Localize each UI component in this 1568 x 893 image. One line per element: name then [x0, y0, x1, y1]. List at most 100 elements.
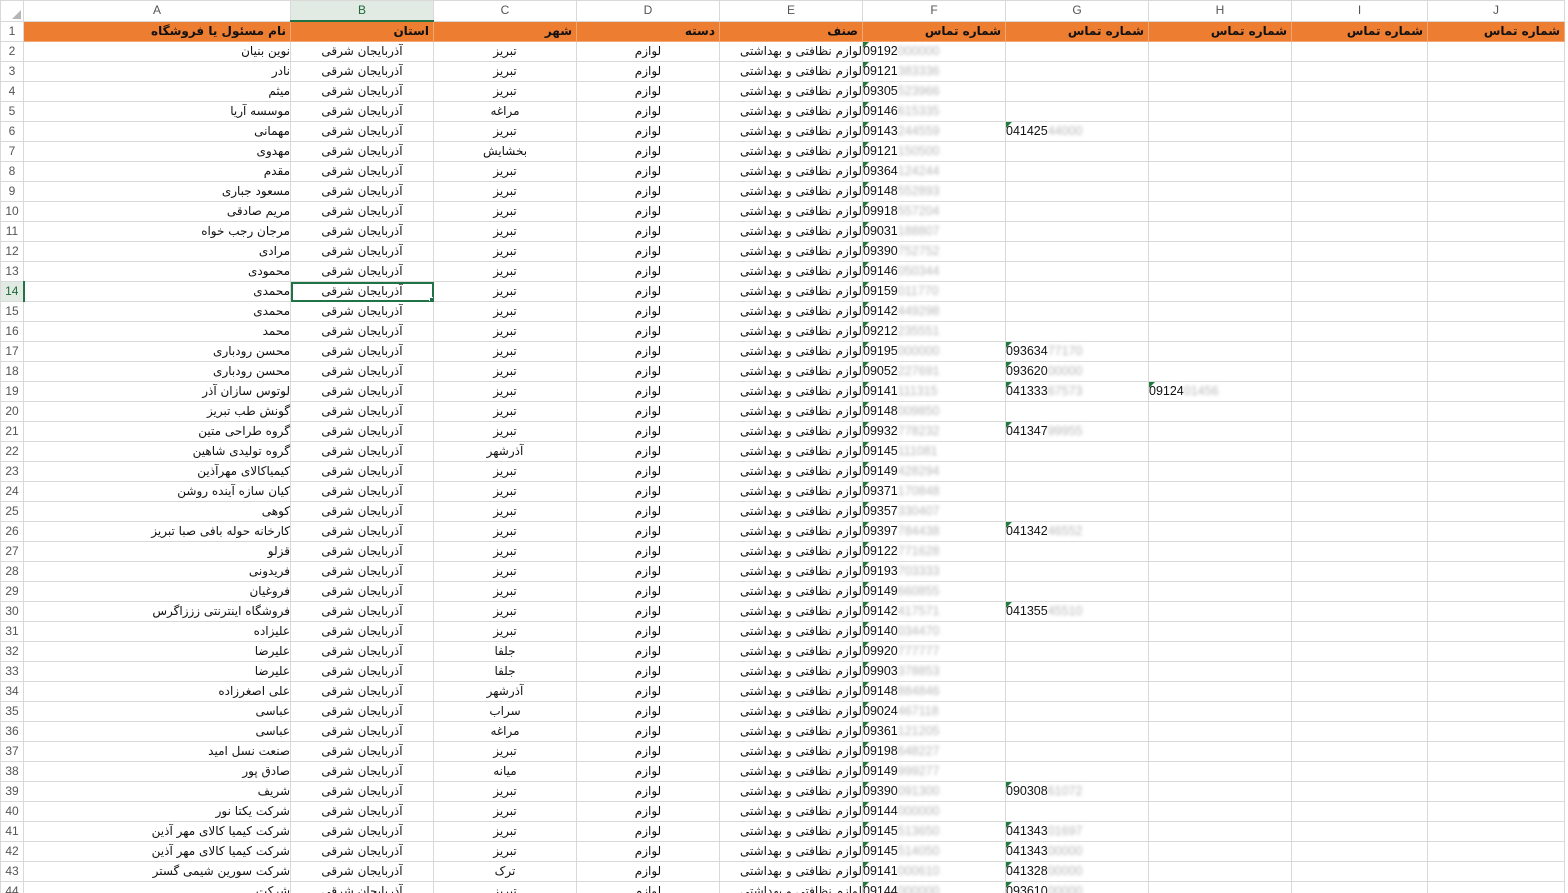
cell-name[interactable]: فریدونی — [23, 561, 291, 582]
row-number[interactable]: 24 — [0, 481, 24, 502]
cell-name[interactable]: محمدی — [23, 301, 291, 322]
cell-name[interactable]: لوتوس سازان آذر — [23, 381, 291, 402]
cell-phone-2[interactable] — [1005, 141, 1149, 162]
cell-phone-5[interactable] — [1427, 301, 1565, 322]
cell-phone-2[interactable] — [1005, 281, 1149, 302]
cell-phone-1[interactable]: 09357330407 — [862, 501, 1006, 522]
cell-phone-5[interactable] — [1427, 261, 1565, 282]
cell-city[interactable]: تبریز — [433, 401, 577, 422]
column-header-g[interactable]: G — [1005, 0, 1149, 22]
cell-phone-1[interactable]: 09149428294 — [862, 461, 1006, 482]
cell-trade[interactable]: لوازم نظافتی و بهداشتی — [719, 521, 863, 542]
cell-phone-4[interactable] — [1291, 361, 1428, 382]
cell-trade[interactable]: لوازم نظافتی و بهداشتی — [719, 181, 863, 202]
cell-phone-3[interactable] — [1148, 641, 1292, 662]
cell-phone-3[interactable] — [1148, 541, 1292, 562]
column-header-h[interactable]: H — [1148, 0, 1292, 22]
cell-phone-5[interactable] — [1427, 621, 1565, 642]
cell-phone-4[interactable] — [1291, 541, 1428, 562]
cell-phone-1[interactable]: 09024467118 — [862, 701, 1006, 722]
cell-phone-1[interactable]: 09361121205 — [862, 721, 1006, 742]
cell-category[interactable]: لوازم — [576, 761, 720, 782]
cell-phone-3[interactable] — [1148, 121, 1292, 142]
header-cell-phone-4[interactable]: شماره تماس — [1291, 20, 1428, 42]
cell-phone-4[interactable] — [1291, 881, 1428, 893]
cell-category[interactable]: لوازم — [576, 461, 720, 482]
cell-category[interactable]: لوازم — [576, 201, 720, 222]
cell-name[interactable]: محسن رودباری — [23, 361, 291, 382]
column-header-f[interactable]: F — [862, 0, 1006, 22]
cell-phone-3[interactable] — [1148, 721, 1292, 742]
cell-phone-4[interactable] — [1291, 801, 1428, 822]
cell-province[interactable]: آذربایجان شرقی — [290, 661, 434, 682]
cell-trade[interactable]: لوازم نظافتی و بهداشتی — [719, 241, 863, 262]
cell-trade[interactable]: لوازم نظافتی و بهداشتی — [719, 41, 863, 62]
cell-phone-1[interactable]: 09159011770 — [862, 281, 1006, 302]
cell-phone-2[interactable] — [1005, 501, 1149, 522]
cell-phone-1[interactable]: 09140034470 — [862, 621, 1006, 642]
cell-phone-2[interactable]: 04142544000 — [1005, 121, 1149, 142]
row-number[interactable]: 28 — [0, 561, 24, 582]
cell-province[interactable]: آذربایجان شرقی — [290, 741, 434, 762]
cell-phone-4[interactable] — [1291, 121, 1428, 142]
cell-name[interactable]: شرکت یکتا نور — [23, 801, 291, 822]
cell-city[interactable]: تبریز — [433, 181, 577, 202]
row-number[interactable]: 3 — [0, 61, 24, 82]
cell-province[interactable]: آذربایجان شرقی — [290, 341, 434, 362]
cell-name[interactable]: مهمانی — [23, 121, 291, 142]
cell-name[interactable]: علیرضا — [23, 641, 291, 662]
cell-city[interactable]: میانه — [433, 761, 577, 782]
cell-phone-4[interactable] — [1291, 621, 1428, 642]
cell-phone-3[interactable] — [1148, 801, 1292, 822]
cell-name[interactable]: صنعت نسل امید — [23, 741, 291, 762]
cell-trade[interactable]: لوازم نظافتی و بهداشتی — [719, 821, 863, 842]
cell-city[interactable]: ترک — [433, 861, 577, 882]
cell-province[interactable]: آذربایجان شرقی — [290, 261, 434, 282]
cell-city[interactable]: تبریز — [433, 621, 577, 642]
row-number[interactable]: 19 — [0, 381, 24, 402]
cell-phone-5[interactable] — [1427, 861, 1565, 882]
cell-trade[interactable]: لوازم نظافتی و بهداشتی — [719, 861, 863, 882]
cell-trade[interactable]: لوازم نظافتی و بهداشتی — [719, 841, 863, 862]
cell-phone-1[interactable]: 09149999277 — [862, 761, 1006, 782]
cell-phone-2[interactable] — [1005, 661, 1149, 682]
cell-phone-1[interactable]: 09145513650 — [862, 821, 1006, 842]
cell-phone-1[interactable]: 09903378853 — [862, 661, 1006, 682]
cell-phone-1[interactable]: 09193703333 — [862, 561, 1006, 582]
row-number[interactable]: 35 — [0, 701, 24, 722]
cell-phone-2[interactable] — [1005, 541, 1149, 562]
row-number[interactable]: 42 — [0, 841, 24, 862]
header-cell-category[interactable]: دسته — [576, 20, 720, 42]
cell-province[interactable]: آذربایجان شرقی — [290, 461, 434, 482]
cell-category[interactable]: لوازم — [576, 421, 720, 442]
cell-phone-5[interactable] — [1427, 421, 1565, 442]
cell-phone-3[interactable] — [1148, 601, 1292, 622]
cell-phone-2[interactable]: 04134300000 — [1005, 841, 1149, 862]
cell-phone-2[interactable]: 09361000000 — [1005, 881, 1149, 893]
cell-phone-5[interactable] — [1427, 341, 1565, 362]
row-number[interactable]: 21 — [0, 421, 24, 442]
cell-phone-5[interactable] — [1427, 121, 1565, 142]
row-number[interactable]: 17 — [0, 341, 24, 362]
row-number[interactable]: 6 — [0, 121, 24, 142]
cell-province[interactable]: آذربایجان شرقی — [290, 361, 434, 382]
cell-phone-4[interactable] — [1291, 561, 1428, 582]
cell-name[interactable]: مهدوی — [23, 141, 291, 162]
cell-phone-1[interactable]: 09142417571 — [862, 601, 1006, 622]
cell-category[interactable]: لوازم — [576, 501, 720, 522]
cell-province[interactable]: آذربایجان شرقی — [290, 421, 434, 442]
row-number[interactable]: 2 — [0, 41, 24, 62]
cell-phone-2[interactable] — [1005, 641, 1149, 662]
cell-phone-1[interactable]: 09142449298 — [862, 301, 1006, 322]
cell-phone-3[interactable] — [1148, 61, 1292, 82]
column-header-e[interactable]: E — [719, 0, 863, 22]
cell-phone-2[interactable] — [1005, 201, 1149, 222]
cell-phone-4[interactable] — [1291, 341, 1428, 362]
cell-phone-2[interactable]: 04134799955 — [1005, 421, 1149, 442]
cell-city[interactable]: تبریز — [433, 801, 577, 822]
cell-phone-3[interactable] — [1148, 341, 1292, 362]
header-cell-name[interactable]: نام مسئول یا فروشگاه — [23, 20, 291, 42]
cell-category[interactable]: لوازم — [576, 261, 720, 282]
cell-phone-1[interactable]: 09121383336 — [862, 61, 1006, 82]
cell-phone-2[interactable]: 04134301697 — [1005, 821, 1149, 842]
